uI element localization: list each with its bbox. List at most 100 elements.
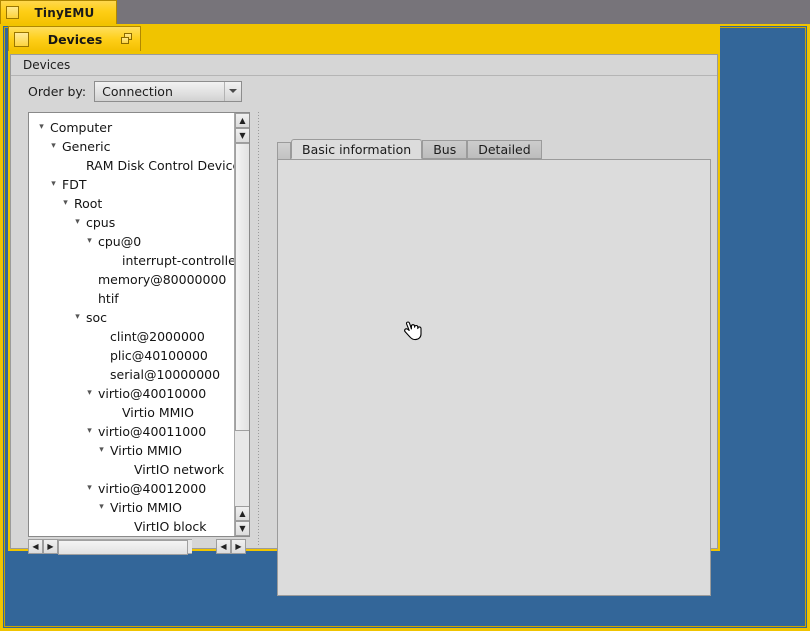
tree-item-label: cpu@0 bbox=[98, 234, 142, 249]
tree-item-label: interrupt-controller bbox=[122, 253, 235, 268]
tree-item[interactable]: RAM Disk Control Device bbox=[29, 156, 235, 175]
order-by-label: Order by: bbox=[28, 83, 87, 99]
tree-expander-icon[interactable]: ▾ bbox=[47, 180, 60, 189]
tree-item-label: clint@2000000 bbox=[110, 329, 205, 344]
tree-item[interactable]: ▾ virtio@40011000 bbox=[29, 422, 235, 441]
tab-label: Basic information bbox=[302, 141, 412, 157]
tree-expander-icon[interactable]: ▾ bbox=[47, 142, 60, 151]
menubar: Devices bbox=[11, 55, 717, 76]
tree-item-label: htif bbox=[98, 291, 119, 306]
tree-expander-icon[interactable]: ▾ bbox=[71, 218, 84, 227]
tree-item[interactable]: ▾ Generic bbox=[29, 137, 235, 156]
tree-item-label: serial@10000000 bbox=[110, 367, 221, 382]
device-tree-hscrollbar[interactable]: ◀ ▶ ◀ ▶ bbox=[28, 538, 250, 555]
devices-window-titlebar[interactable]: Devices bbox=[8, 26, 141, 51]
devices-window-title: Devices bbox=[47, 31, 103, 47]
tree-item-label: Root bbox=[74, 196, 103, 211]
panel-splitter[interactable] bbox=[256, 112, 261, 547]
tree-item-label: virtio@40011000 bbox=[98, 424, 207, 439]
tree-item[interactable]: ▾ virtio@40012000 bbox=[29, 479, 235, 498]
tree-item-label: VirtIO block bbox=[134, 519, 207, 534]
details-tabstrip: Basic information Bus Detailed bbox=[277, 139, 711, 160]
tree-item[interactable]: ▾ Computer bbox=[29, 118, 235, 137]
tree-item-label: Virtio MMIO bbox=[122, 405, 194, 420]
devices-window: Devices Devices Order by: Connection ▾ C… bbox=[8, 26, 720, 596]
details-tabpanel: Basic information Bus Detailed bbox=[277, 139, 711, 596]
tab-detailed[interactable]: Detailed bbox=[467, 140, 542, 159]
tree-item-label: Generic bbox=[62, 139, 111, 154]
tree-item-label: virtio@40012000 bbox=[98, 481, 207, 496]
tree-expander-icon[interactable]: ▾ bbox=[83, 427, 96, 436]
tree-expander-icon[interactable]: ▾ bbox=[83, 389, 96, 398]
device-tree-vscrollbar[interactable]: ▲ ▼ ▲ ▼ bbox=[234, 113, 249, 536]
triangle-down-icon[interactable]: ▼ bbox=[235, 521, 249, 536]
tree-item-label: RAM Disk Control Device bbox=[86, 158, 235, 173]
tree-expander-icon[interactable]: ▾ bbox=[35, 123, 48, 132]
tree-expander-icon[interactable]: ▾ bbox=[59, 199, 72, 208]
tree-expander-icon[interactable]: ▾ bbox=[95, 503, 108, 512]
tree-item[interactable]: Virtio MMIO bbox=[29, 403, 235, 422]
tinyemu-tab-label: TinyEMU bbox=[34, 5, 95, 20]
tree-item-label: FDT bbox=[62, 177, 87, 192]
tree-item-label: cpus bbox=[86, 215, 116, 230]
tree-item[interactable]: serial@10000000 bbox=[29, 365, 235, 384]
tree-item[interactable]: ▾ cpus bbox=[29, 213, 235, 232]
tree-item-label: Virtio MMIO bbox=[110, 443, 182, 458]
tree-expander-icon[interactable]: ▾ bbox=[83, 237, 96, 246]
restore-window-icon[interactable] bbox=[121, 32, 135, 46]
hscrollbar-thumb[interactable] bbox=[58, 540, 188, 555]
tree-item[interactable]: clint@2000000 bbox=[29, 327, 235, 346]
tree-item-label: Virtio MMIO bbox=[110, 500, 182, 515]
tree-item-label: VirtIO network bbox=[134, 462, 225, 477]
triangle-left-icon[interactable]: ◀ bbox=[216, 539, 231, 554]
device-tree[interactable]: ▾ Computer ▾ Generic RAM Disk Control Device… bbox=[29, 113, 235, 536]
vscrollbar-thumb[interactable] bbox=[235, 143, 249, 431]
window-square-icon bbox=[6, 6, 19, 19]
tree-item[interactable]: ▾ FDT bbox=[29, 175, 235, 194]
tree-expander-icon[interactable]: ▾ bbox=[71, 313, 84, 322]
triangle-down-icon[interactable]: ▼ bbox=[235, 128, 249, 143]
vscrollbar-track[interactable] bbox=[235, 143, 249, 506]
devices-window-body: Devices Order by: Connection ▾ Computer … bbox=[8, 51, 720, 596]
application-window: Devices Devices Order by: Connection ▾ C… bbox=[0, 24, 810, 631]
tree-item-label: virtio@40010000 bbox=[98, 386, 207, 401]
device-tree-panel: ▾ Computer ▾ Generic RAM Disk Control Device… bbox=[28, 112, 250, 537]
tree-item[interactable]: VirtIO block bbox=[29, 517, 235, 536]
tinyemu-window-tab[interactable]: TinyEMU bbox=[0, 0, 117, 24]
tree-item[interactable]: ▾ Root bbox=[29, 194, 235, 213]
tree-item[interactable]: ▾ soc bbox=[29, 308, 235, 327]
tree-item-label: memory@80000000 bbox=[98, 272, 227, 287]
hscrollbar-left-group[interactable]: ◀ ▶ bbox=[28, 538, 58, 555]
tree-item[interactable]: htif bbox=[29, 289, 235, 308]
tree-item[interactable]: ▾ cpu@0 bbox=[29, 232, 235, 251]
tree-item[interactable]: memory@80000000 bbox=[29, 270, 235, 289]
tab-basic-information[interactable]: Basic information bbox=[291, 139, 423, 159]
tree-item-label: soc bbox=[86, 310, 108, 325]
tree-item[interactable]: ▾ Virtio MMIO bbox=[29, 498, 235, 517]
triangle-right-icon[interactable]: ▶ bbox=[231, 539, 246, 554]
toolbar: Order by: Connection bbox=[11, 76, 717, 106]
tree-item[interactable]: ▾ virtio@40010000 bbox=[29, 384, 235, 403]
devices-window-client: Devices Order by: Connection ▾ Computer … bbox=[10, 54, 718, 596]
hscrollbar-right-group[interactable]: ◀ ▶ bbox=[216, 538, 246, 555]
tree-item[interactable]: ▾ Virtio MMIO bbox=[29, 441, 235, 460]
tree-item[interactable]: plic@40100000 bbox=[29, 346, 235, 365]
tab-label: Detailed bbox=[478, 142, 531, 157]
tree-item[interactable]: interrupt-controller bbox=[29, 251, 235, 270]
order-by-select[interactable]: Connection bbox=[94, 80, 243, 102]
chevron-down-icon[interactable] bbox=[224, 81, 241, 101]
triangle-right-icon[interactable]: ▶ bbox=[43, 539, 58, 554]
tab-bus[interactable]: Bus bbox=[422, 140, 468, 159]
tree-expander-icon[interactable]: ▾ bbox=[95, 446, 108, 455]
triangle-up-icon[interactable]: ▲ bbox=[235, 113, 249, 128]
hscrollbar-track[interactable] bbox=[58, 539, 192, 555]
tree-item-label: plic@40100000 bbox=[110, 348, 208, 363]
tree-item[interactable]: VirtIO network bbox=[29, 460, 235, 479]
desktop-root: TinyEMU Devices Devices Order by: Connec… bbox=[0, 0, 810, 631]
window-square-icon[interactable] bbox=[14, 31, 29, 47]
tabstrip-stub bbox=[277, 142, 291, 159]
menu-item-devices[interactable]: Devices bbox=[16, 57, 77, 73]
triangle-left-icon[interactable]: ◀ bbox=[28, 539, 43, 554]
tree-expander-icon[interactable]: ▾ bbox=[83, 484, 96, 493]
triangle-up-icon[interactable]: ▲ bbox=[235, 506, 249, 521]
